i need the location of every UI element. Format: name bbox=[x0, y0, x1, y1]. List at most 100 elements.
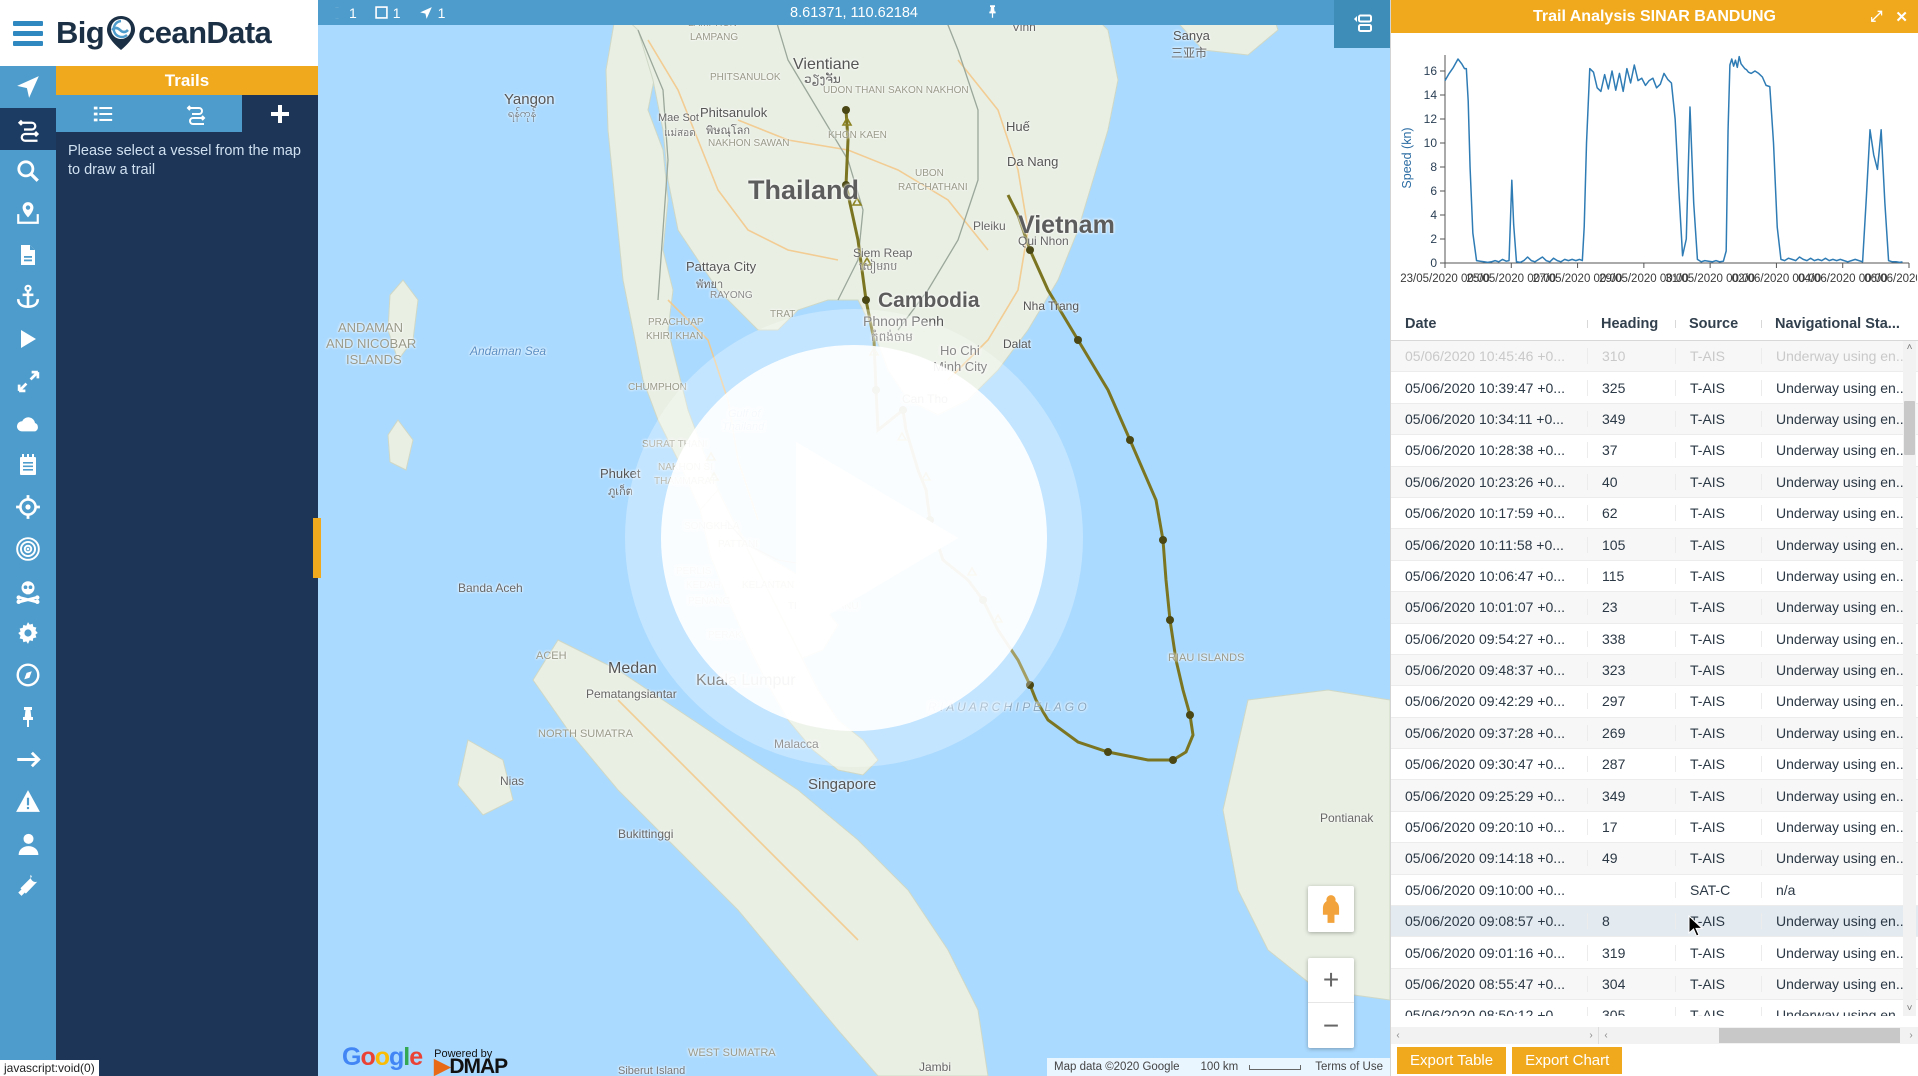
area-count-group[interactable]: 1 bbox=[375, 5, 401, 21]
hscroll-left[interactable]: ‹ › bbox=[1391, 1027, 1599, 1044]
pushpin-icon[interactable] bbox=[985, 3, 1000, 23]
table-horizontal-scrollbars[interactable]: ‹ › ‹ › bbox=[1391, 1027, 1918, 1044]
compass-icon[interactable] bbox=[0, 654, 56, 696]
close-icon[interactable]: ✕ bbox=[1895, 8, 1908, 26]
table-row[interactable]: 05/06/2020 09:42:29 +0... 297 T-AIS Underwa… bbox=[1391, 686, 1918, 718]
trails-message: Please select a vessel from the map to d… bbox=[68, 143, 301, 178]
cell-source: T-AIS bbox=[1675, 944, 1761, 961]
table-row[interactable]: 05/06/2020 10:39:47 +0... 325 T-AIS Underwa… bbox=[1391, 372, 1918, 404]
vessels-icon[interactable] bbox=[0, 66, 56, 108]
cell-heading: 304 bbox=[1587, 976, 1675, 992]
table-row[interactable]: 05/06/2020 10:28:38 +0... 37 T-AIS Underway… bbox=[1391, 435, 1918, 467]
radar-icon[interactable] bbox=[0, 528, 56, 570]
table-row[interactable]: 05/06/2020 08:50:12 +0... 305 T-AIS Underwa… bbox=[1391, 1000, 1918, 1016]
arrow-right-icon[interactable] bbox=[0, 738, 56, 780]
scroll-down-arrow[interactable]: ˅ bbox=[1903, 1002, 1916, 1016]
tools-icon[interactable] bbox=[0, 864, 56, 906]
table-row[interactable]: 05/06/2020 10:01:07 +0... 23 T-AIS Underway… bbox=[1391, 592, 1918, 624]
notepad-icon[interactable] bbox=[0, 444, 56, 486]
restore-icon[interactable]: ⤢ bbox=[1870, 8, 1882, 26]
pushpin-icon[interactable] bbox=[0, 696, 56, 738]
gear-icon[interactable] bbox=[0, 612, 56, 654]
column-header-date[interactable]: Date bbox=[1391, 316, 1587, 332]
skull-icon[interactable] bbox=[0, 570, 56, 612]
table-row[interactable]: 05/06/2020 09:08:57 +0... 8 T-AIS Underway … bbox=[1391, 906, 1918, 938]
cloud-icon[interactable] bbox=[0, 402, 56, 444]
trail-count-group[interactable]: 1 bbox=[419, 5, 445, 21]
hamburger-icon[interactable] bbox=[0, 20, 56, 46]
search-icon[interactable] bbox=[0, 150, 56, 192]
column-header-heading[interactable]: Heading bbox=[1587, 316, 1675, 332]
document-icon[interactable] bbox=[0, 234, 56, 276]
table-row[interactable]: 05/06/2020 08:55:47 +0... 304 T-AIS Underwa… bbox=[1391, 968, 1918, 1001]
map-label: KHON KAEN bbox=[828, 130, 887, 141]
vessel-count-group[interactable]: 1 bbox=[330, 5, 357, 21]
google-branding: Google Powered by ▶DMAP bbox=[342, 1043, 508, 1076]
hscroll-right-left-arrow[interactable]: ‹ bbox=[1599, 1027, 1613, 1044]
hscroll-right-right-arrow[interactable]: › bbox=[1904, 1027, 1918, 1044]
map-label: Banda Aceh bbox=[458, 581, 523, 595]
export-table-button[interactable]: Export Table bbox=[1397, 1047, 1507, 1074]
area-pin-icon[interactable] bbox=[0, 192, 56, 234]
table-row[interactable]: 05/06/2020 09:14:18 +0... 49 T-AIS Underway… bbox=[1391, 843, 1918, 875]
vertical-scroll-thumb[interactable] bbox=[1904, 401, 1915, 455]
table-row[interactable]: 05/06/2020 10:11:58 +0... 105 T-AIS Underwa… bbox=[1391, 529, 1918, 561]
table-row[interactable]: 05/06/2020 09:01:16 +0... 319 T-AIS Underwa… bbox=[1391, 937, 1918, 969]
map-scale: 100 km bbox=[1187, 1061, 1309, 1073]
hscroll-left-arrow[interactable]: ‹ bbox=[1391, 1027, 1405, 1044]
column-header-source[interactable]: Source bbox=[1675, 316, 1761, 332]
play-button-overlay[interactable] bbox=[625, 309, 1083, 767]
table-row[interactable]: 05/06/2020 10:45:46 +0... 310 T-AIS Underwa… bbox=[1391, 341, 1918, 373]
speed-chart[interactable]: 0 2 4 6 8 10 12 14 16 Speed (kn) 23/05/2020 00:00 2… bbox=[1391, 33, 1918, 308]
map-area[interactable]: Thailand Vietnam Cambodia Phnom Penh កំពង់ចា… bbox=[318, 0, 1390, 1076]
trails-icon bbox=[186, 104, 205, 125]
layers-panel-icon[interactable] bbox=[1334, 0, 1390, 48]
trail-add-tab[interactable] bbox=[242, 95, 318, 132]
table-row[interactable]: 05/06/2020 09:20:10 +0... 17 T-AIS Underway… bbox=[1391, 812, 1918, 844]
map-label: Qui Nhon bbox=[1018, 234, 1069, 248]
cell-date: 05/06/2020 10:17:59 +0... bbox=[1405, 505, 1565, 522]
table-row[interactable]: 05/06/2020 09:48:37 +0... 323 T-AIS Underwa… bbox=[1391, 654, 1918, 687]
horizontal-scroll-thumb[interactable] bbox=[1719, 1028, 1900, 1043]
anchor-icon[interactable] bbox=[0, 276, 56, 318]
trails-icon[interactable] bbox=[0, 108, 56, 150]
map-label: PRACHUAP bbox=[648, 317, 704, 328]
expand-arrows-icon[interactable] bbox=[0, 360, 56, 402]
map-label: Mae Sot bbox=[658, 112, 699, 124]
cell-heading: 17 bbox=[1587, 819, 1675, 836]
table-row[interactable]: 05/06/2020 09:10:00 +0... SAT-C n/a bbox=[1391, 875, 1918, 907]
street-view-pegman-icon[interactable] bbox=[1308, 886, 1354, 932]
zoom-out-button[interactable]: − bbox=[1308, 1003, 1354, 1048]
zoom-controls[interactable]: + − bbox=[1308, 958, 1354, 1048]
warning-triangle-icon[interactable] bbox=[0, 780, 56, 822]
hscroll-right-arrow[interactable]: › bbox=[1584, 1027, 1598, 1044]
scroll-up-arrow[interactable]: ˄ bbox=[1903, 341, 1916, 355]
trail-list-tab[interactable] bbox=[56, 95, 149, 132]
user-icon[interactable] bbox=[0, 822, 56, 864]
cell-navstatus: Underway using en... bbox=[1761, 473, 1911, 490]
table-row[interactable]: 05/06/2020 09:30:47 +0... 287 T-AIS Underwa… bbox=[1391, 749, 1918, 781]
table-vertical-scrollbar[interactable]: ˄ ˅ bbox=[1903, 341, 1916, 1016]
table-body[interactable]: ˄ ˅ 05/06/2020 10:45:46 +0... 310 T-AIS Und… bbox=[1391, 341, 1918, 1016]
table-row[interactable]: 05/06/2020 09:54:27 +0... 338 T-AIS Underwa… bbox=[1391, 624, 1918, 655]
trail-draw-tab[interactable] bbox=[149, 95, 242, 132]
panel-collapse-handle[interactable] bbox=[313, 518, 321, 578]
table-row[interactable]: 05/06/2020 10:06:47 +0... 115 T-AIS Underwa… bbox=[1391, 561, 1918, 593]
top-logo-bar: Big ceanData bbox=[0, 0, 318, 66]
table-row[interactable]: 05/06/2020 09:25:29 +0... 349 T-AIS Underwa… bbox=[1391, 780, 1918, 812]
table-row[interactable]: 05/06/2020 10:23:26 +0... 40 T-AIS Underway… bbox=[1391, 466, 1918, 498]
export-chart-button[interactable]: Export Chart bbox=[1512, 1047, 1623, 1074]
cell-source: T-AIS bbox=[1675, 1007, 1761, 1016]
play-icon[interactable] bbox=[0, 318, 56, 360]
cell-navstatus: Underway using en... bbox=[1761, 944, 1911, 961]
cell-navstatus: Underway using en... bbox=[1761, 976, 1911, 992]
table-row[interactable]: 05/06/2020 09:37:28 +0... 269 T-AIS Underwa… bbox=[1391, 717, 1918, 750]
zoom-in-button[interactable]: + bbox=[1308, 958, 1354, 1003]
column-header-navstatus[interactable]: Navigational Sta... bbox=[1761, 316, 1911, 332]
table-row[interactable]: 05/06/2020 10:17:59 +0... 62 T-AIS Underway… bbox=[1391, 498, 1918, 530]
hscroll-right[interactable]: ‹ › bbox=[1599, 1027, 1918, 1044]
table-row[interactable]: 05/06/2020 10:34:11 +0... 349 T-AIS Underwa… bbox=[1391, 403, 1918, 436]
crosshair-icon[interactable] bbox=[0, 486, 56, 528]
terms-of-use-link[interactable]: Terms of Use bbox=[1308, 1061, 1390, 1073]
globe-icon bbox=[330, 6, 344, 19]
